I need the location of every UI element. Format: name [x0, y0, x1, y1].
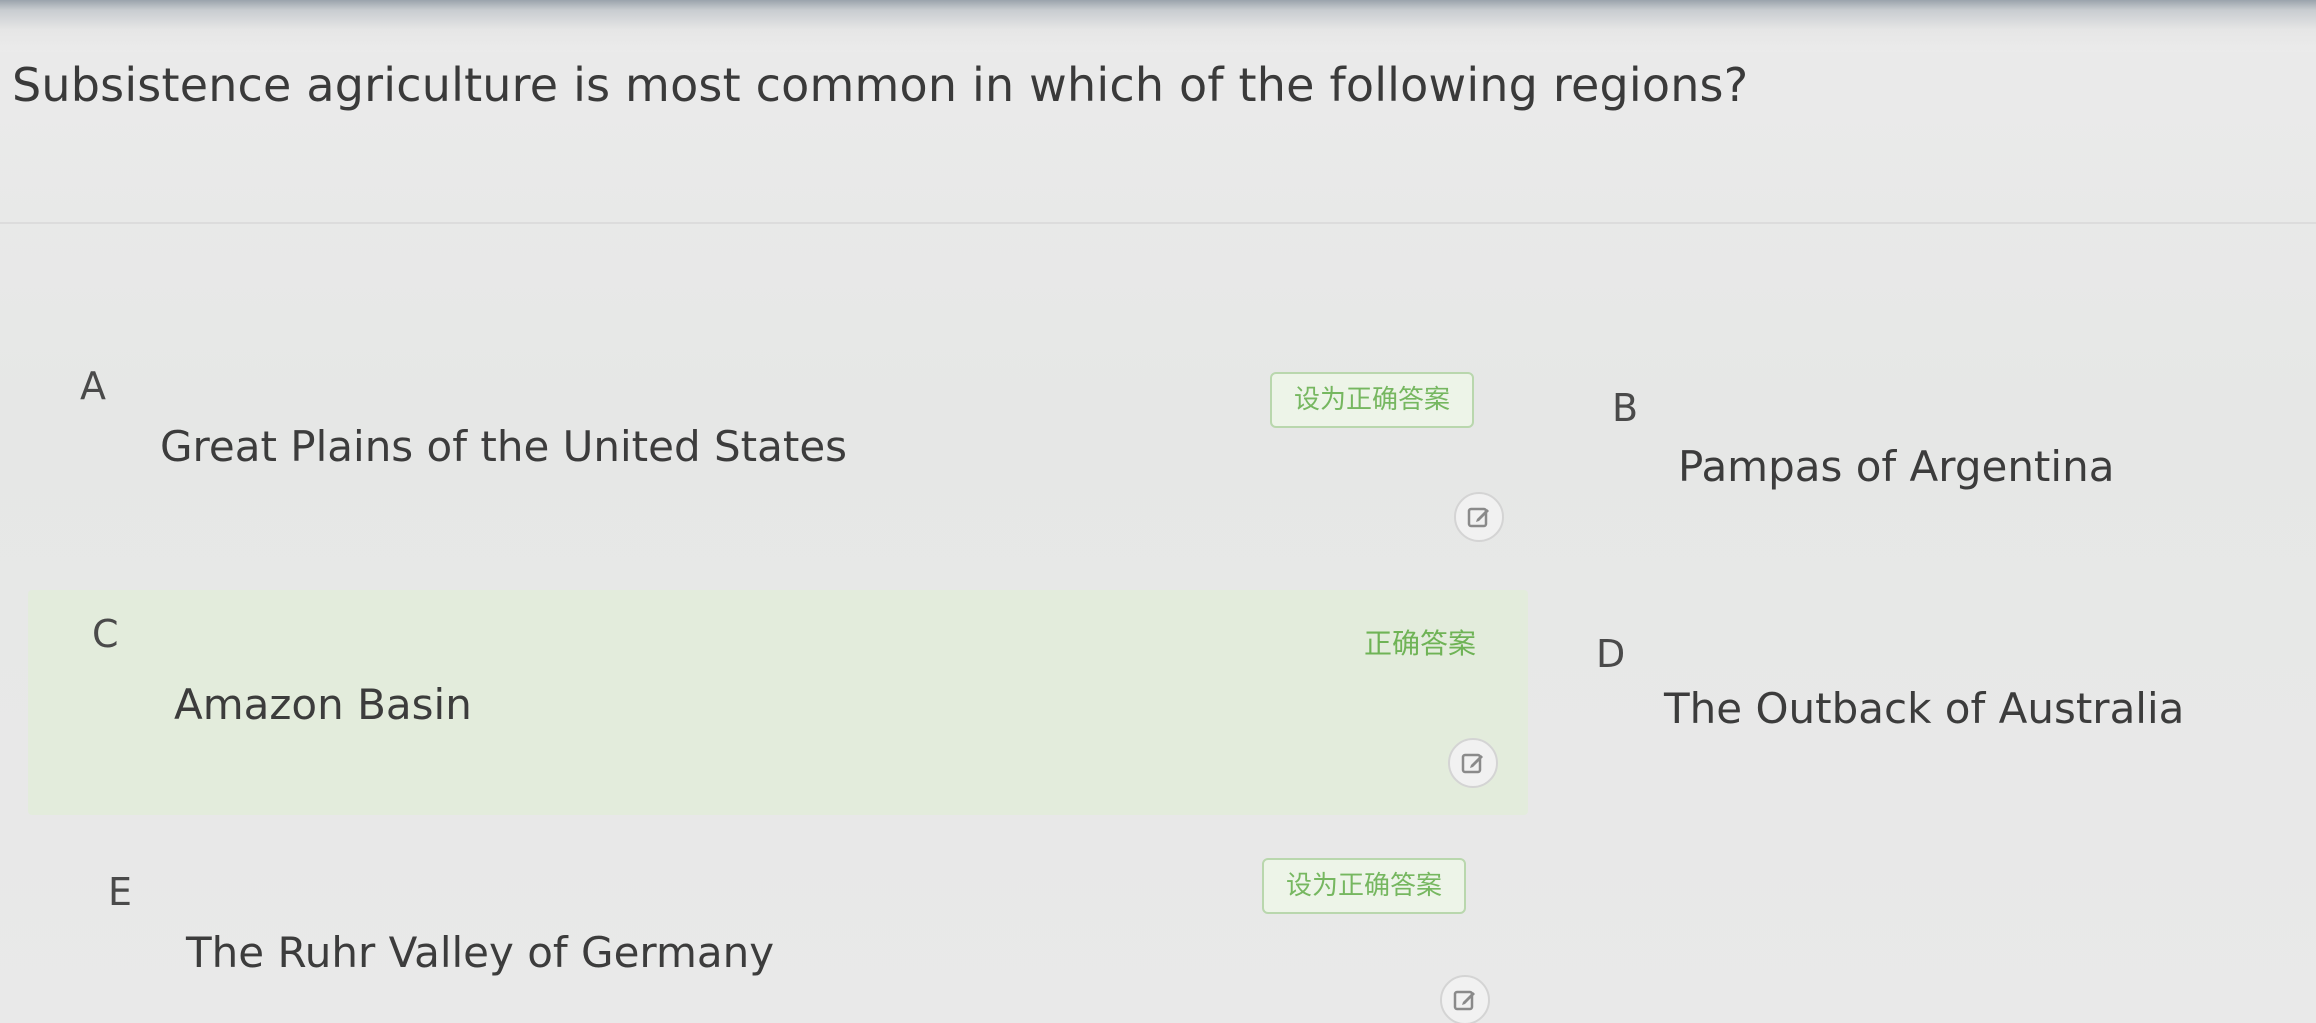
set-correct-answer-button[interactable]: 设为正确答案 — [1262, 858, 1467, 914]
option-letter: B — [1612, 386, 1639, 430]
correct-answer-label: 正确答案 — [1364, 627, 1477, 660]
option-b[interactable]: B Pampas of Argentina — [1556, 350, 2296, 565]
option-letter: A — [80, 364, 106, 408]
option-letter: E — [108, 870, 133, 914]
option-text: Amazon Basin — [174, 680, 472, 729]
quiz-screen: Subsistence agriculture is most common i… — [0, 0, 2316, 1023]
edit-option-button[interactable] — [1440, 975, 1490, 1023]
option-text: Pampas of Argentina — [1678, 442, 2115, 491]
option-letter: D — [1596, 632, 1626, 676]
question-text: Subsistence agriculture is most common i… — [12, 58, 1749, 112]
option-text: The Outback of Australia — [1664, 684, 2185, 733]
option-c[interactable]: C Amazon Basin — [28, 590, 1528, 815]
edit-icon — [1461, 753, 1483, 774]
question-divider — [0, 222, 2316, 224]
edit-option-button[interactable] — [1448, 738, 1498, 788]
option-text: The Ruhr Valley of Germany — [186, 928, 775, 977]
edit-icon — [1453, 990, 1475, 1011]
edit-option-button[interactable] — [1454, 492, 1504, 542]
set-correct-answer-button[interactable]: 设为正确答案 — [1270, 372, 1475, 428]
edit-icon — [1467, 507, 1489, 528]
option-letter: C — [92, 612, 119, 656]
option-text: Great Plains of the United States — [160, 422, 848, 471]
option-d[interactable]: D The Outback of Australia — [1556, 590, 2296, 815]
window-top-edge — [0, 0, 2316, 52]
